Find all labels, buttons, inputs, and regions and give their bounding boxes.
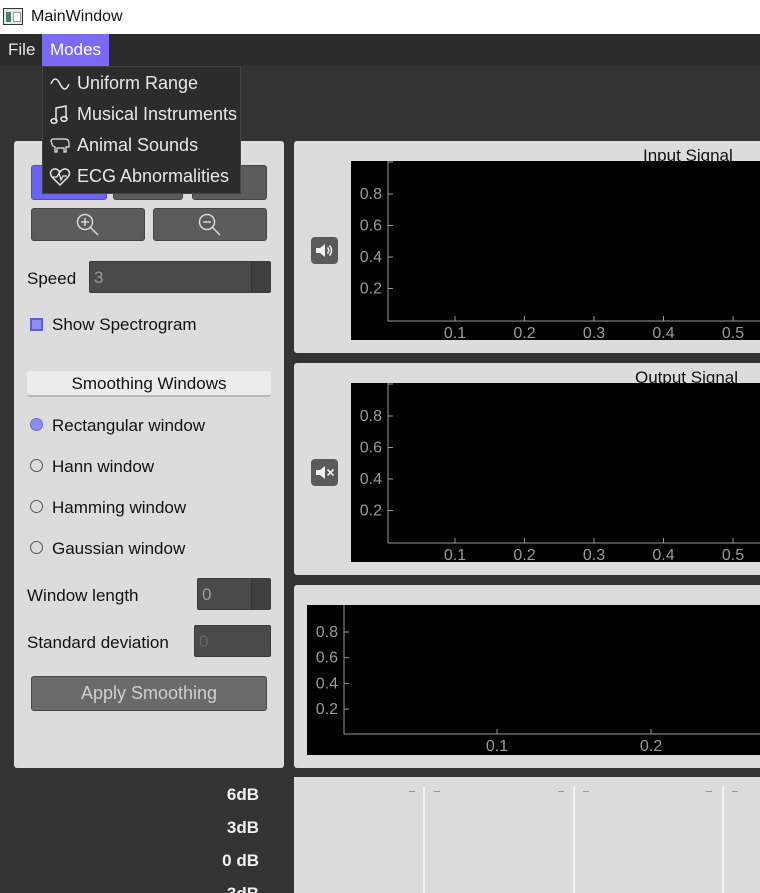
uniform-range-label: Uniform Range bbox=[77, 73, 199, 93]
x-tick-label: 0.1 bbox=[486, 738, 508, 755]
y-tick-label: 0.2 bbox=[360, 503, 382, 520]
window-title: MainWindow bbox=[31, 8, 123, 25]
x-tick-label: 0.5 bbox=[722, 325, 744, 340]
apply-smoothing-button[interactable]: Apply Smoothing bbox=[31, 676, 267, 711]
menu-item-musical-instruments[interactable]: Musical Instruments bbox=[43, 100, 240, 131]
output-audio-button[interactable] bbox=[311, 459, 338, 486]
app-icon bbox=[3, 8, 23, 25]
slider-track-3[interactable] bbox=[722, 787, 724, 893]
y-tick-label: 0.2 bbox=[360, 281, 382, 298]
show-spectrogram-label: Show Spectrogram bbox=[52, 315, 197, 334]
x-tick-label: 0.4 bbox=[652, 325, 674, 340]
x-tick-label: 0.2 bbox=[513, 325, 535, 340]
control-panel: Speed 3 Show Spectrogram Smoothing Windo… bbox=[14, 141, 284, 768]
x-tick-label: 0.1 bbox=[444, 547, 466, 562]
input-signal-plot[interactable]: 0.8 0.6 0.4 0.2 0.1 0.2 0.3 0.4 0.5 bbox=[351, 161, 760, 340]
rectangular-label: Rectangular window bbox=[52, 416, 206, 435]
slider-tick bbox=[583, 791, 589, 792]
x-tick-label: 0.4 bbox=[652, 547, 674, 562]
window-length-spinbox[interactable]: 0 bbox=[197, 578, 271, 610]
output-signal-panel: Output Signal 0.8 0.6 0.4 0.2 0.1 0.2 0.3 0.4 0… bbox=[294, 363, 760, 575]
input-audio-button[interactable] bbox=[311, 237, 338, 264]
db-label-6: 6dB bbox=[226, 785, 259, 804]
menu-item-uniform-range[interactable]: Uniform Range bbox=[43, 69, 240, 100]
zoom-in-button[interactable] bbox=[31, 208, 145, 241]
db-label-0: 0 dB bbox=[222, 851, 259, 870]
radio-hann[interactable] bbox=[30, 459, 43, 472]
y-tick-label: 0.8 bbox=[316, 624, 338, 641]
menu-item-animal-sounds[interactable]: Animal Sounds bbox=[43, 131, 240, 162]
slider-track-2[interactable] bbox=[573, 787, 575, 893]
radio-rectangular[interactable] bbox=[30, 418, 43, 431]
y-tick-label: 0.4 bbox=[360, 471, 382, 488]
zoom-in-icon bbox=[76, 213, 99, 236]
musical-instruments-label: Musical Instruments bbox=[77, 104, 238, 124]
y-tick-label: 0.4 bbox=[360, 249, 382, 266]
speed-value: 3 bbox=[94, 268, 104, 287]
x-tick-label: 0.1 bbox=[444, 325, 466, 340]
ecg-abnormalities-label: ECG Abnormalities bbox=[77, 166, 230, 186]
slider-tick bbox=[558, 791, 564, 792]
y-tick-label: 0.4 bbox=[316, 675, 338, 692]
hann-label: Hann window bbox=[52, 457, 155, 476]
speed-label: Speed bbox=[27, 269, 77, 288]
output-signal-plot[interactable]: 0.8 0.6 0.4 0.2 0.1 0.2 0.3 0.4 0.5 bbox=[351, 383, 760, 562]
modes-dropdown: Uniform Range Musical Instruments Animal… bbox=[42, 66, 241, 194]
speed-spinbox[interactable]: 3 bbox=[89, 261, 271, 293]
menu-modes[interactable]: Modes bbox=[42, 34, 110, 66]
db-label-3: 3dB bbox=[226, 818, 259, 837]
speed-spin-arrows[interactable] bbox=[251, 262, 270, 292]
window-length-value: 0 bbox=[202, 585, 212, 604]
y-tick-label: 0.8 bbox=[360, 186, 382, 203]
animal-icon bbox=[50, 138, 70, 153]
show-spectrogram-checkbox[interactable] bbox=[30, 318, 43, 331]
x-tick-label: 0.5 bbox=[722, 547, 744, 562]
heart-pulse-icon bbox=[49, 168, 71, 187]
y-tick-label: 0.8 bbox=[360, 408, 382, 425]
slider-tick bbox=[732, 791, 738, 792]
window-length-label: Window length bbox=[27, 586, 139, 605]
std-dev-value: 0 bbox=[199, 632, 209, 651]
zoom-out-icon bbox=[198, 213, 221, 236]
spectrogram-plot[interactable]: 0.8 0.6 0.4 0.2 0.1 0.2 bbox=[307, 605, 760, 755]
gaussian-label: Gaussian window bbox=[52, 539, 186, 558]
menu-file[interactable]: File bbox=[0, 34, 43, 66]
zoom-out-button[interactable] bbox=[153, 208, 267, 241]
std-dev-input[interactable]: 0 bbox=[194, 625, 271, 657]
window-length-spin-arrows[interactable] bbox=[251, 579, 270, 609]
y-tick-label: 0.6 bbox=[316, 650, 338, 667]
std-dev-label: Standard deviation bbox=[27, 633, 169, 652]
slider-tick bbox=[434, 791, 440, 792]
music-note-icon bbox=[50, 105, 68, 125]
x-tick-label: 0.2 bbox=[513, 547, 535, 562]
slider-tick bbox=[409, 791, 415, 792]
db-label-minus3: -3dB bbox=[199, 884, 259, 893]
mute-icon bbox=[316, 466, 335, 479]
spectrogram-panel: 0.8 0.6 0.4 0.2 0.1 0.2 bbox=[294, 585, 760, 768]
y-tick-label: 0.6 bbox=[360, 218, 382, 235]
y-tick-label: 0.2 bbox=[316, 701, 338, 718]
output-plot-axes: 0.8 0.6 0.4 0.2 0.1 0.2 0.3 0.4 0.5 bbox=[360, 383, 760, 562]
animal-sounds-label: Animal Sounds bbox=[77, 135, 199, 155]
menu-item-ecg-abnormalities[interactable]: ECG Abnormalities bbox=[43, 162, 240, 193]
speaker-icon bbox=[316, 244, 333, 257]
radio-hamming[interactable] bbox=[30, 500, 43, 513]
menu-bar: File Modes bbox=[0, 34, 760, 66]
y-tick-label: 0.6 bbox=[360, 440, 382, 457]
input-plot-axes: 0.8 0.6 0.4 0.2 0.1 0.2 0.3 0.4 0.5 bbox=[360, 161, 760, 340]
title-bar: MainWindow bbox=[0, 0, 760, 34]
slider-track-1[interactable] bbox=[423, 787, 425, 893]
x-tick-label: 0.3 bbox=[583, 547, 605, 562]
smoothing-windows-header: Smoothing Windows bbox=[27, 371, 271, 397]
x-tick-label: 0.3 bbox=[583, 325, 605, 340]
x-tick-label: 0.2 bbox=[640, 738, 662, 755]
radio-gaussian[interactable] bbox=[30, 541, 43, 554]
hamming-label: Hamming window bbox=[52, 498, 187, 517]
slider-tick bbox=[706, 791, 712, 792]
wave-icon bbox=[50, 78, 70, 90]
spectrogram-plot-axes: 0.8 0.6 0.4 0.2 0.1 0.2 bbox=[316, 605, 760, 755]
input-signal-panel: Input Signal 0.8 0.6 0.4 0.2 0.1 0.2 0.3 0.4 0.… bbox=[294, 141, 760, 353]
equalizer-panel bbox=[294, 777, 760, 893]
